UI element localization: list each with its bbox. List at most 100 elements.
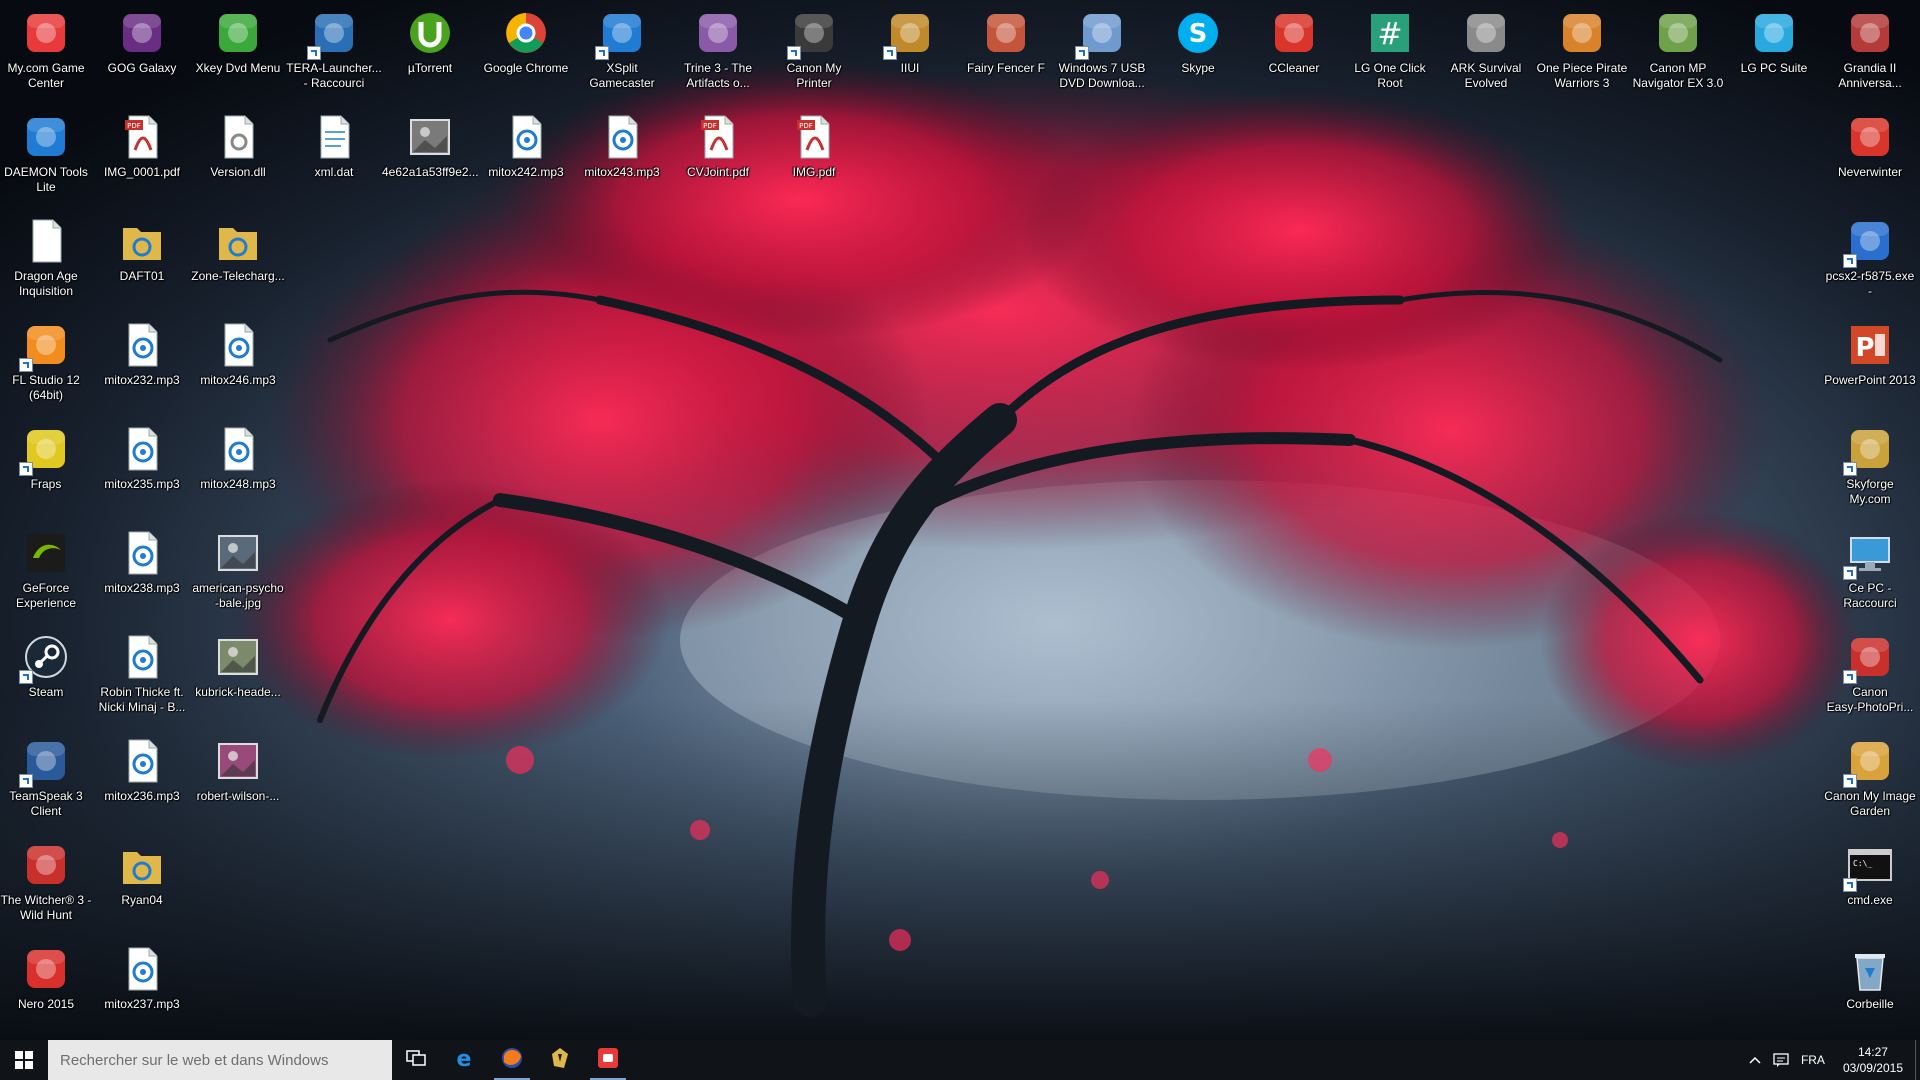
shortcut-arrow-icon: [1843, 462, 1857, 476]
desktop-icon-label: Xkey Dvd Menu: [195, 61, 281, 75]
desktop-icon[interactable]: robert-wilson-...: [192, 732, 284, 832]
desktop-icon[interactable]: mitox242.mp3: [480, 108, 572, 208]
desktop-icon[interactable]: # LG One Click Root: [1344, 4, 1436, 104]
desktop-icon[interactable]: Robin Thicke ft. Nicki Minaj - B...: [96, 628, 188, 728]
notepad-icon: [309, 112, 359, 162]
taskbar: Rechercher sur le web et dans Windows e …: [0, 1040, 1920, 1080]
taskbar-button[interactable]: [392, 1040, 440, 1080]
desktop-icon[interactable]: mitox248.mp3: [192, 420, 284, 520]
teamspeak-icon: [19, 736, 71, 788]
desktop-icon[interactable]: TERA-Launcher... - Raccourci: [286, 4, 382, 104]
desktop-icon[interactable]: Nero 2015: [0, 940, 92, 1040]
taskbar-button[interactable]: [584, 1040, 632, 1080]
desktop-icon[interactable]: One Piece Pirate Warriors 3: [1536, 4, 1628, 104]
desktop-icon[interactable]: µTorrent: [384, 4, 476, 104]
desktop-icon[interactable]: FL Studio 12 (64bit): [0, 316, 92, 416]
desktop-icon[interactable]: mitox243.mp3: [576, 108, 668, 208]
start-button[interactable]: [0, 1040, 48, 1080]
clock[interactable]: 14:27 03/09/2015: [1831, 1044, 1915, 1076]
desktop-icon[interactable]: Ce PC - Raccourci: [1824, 524, 1916, 624]
desktop-icon[interactable]: Zone-Telecharg...: [191, 212, 285, 312]
desktop-icon[interactable]: Canon My Image Garden: [1824, 732, 1916, 832]
taskbar-button[interactable]: [536, 1040, 584, 1080]
notification-icon[interactable]: [1767, 1040, 1795, 1080]
desktop-icon[interactable]: 4e62a1a53ff9e2...: [382, 108, 478, 208]
desktop-icon-label: mitox232.mp3: [104, 373, 180, 387]
desktop-icon[interactable]: Dragon Age Inquisition: [0, 212, 92, 312]
desktop-icon-label: 4e62a1a53ff9e2...: [382, 165, 478, 179]
show-desktop-button[interactable]: [1915, 1040, 1920, 1080]
chrome-icon: [501, 8, 551, 58]
desktop-icon[interactable]: Xkey Dvd Menu: [192, 4, 284, 104]
desktop-icon[interactable]: Ryan04: [96, 836, 188, 936]
desktop-icon[interactable]: C:\_ cmd.exe: [1824, 836, 1916, 936]
desktop-icon-label: The Witcher® 3 - Wild Hunt: [0, 893, 92, 922]
desktop-icon[interactable]: Fraps: [0, 420, 92, 520]
desktop-icon[interactable]: P PowerPoint 2013: [1824, 316, 1916, 416]
desktop-icon[interactable]: kubrick-heade...: [192, 628, 284, 728]
desktop-icon[interactable]: Canon My Printer: [768, 4, 860, 104]
desktop-icon[interactable]: Fairy Fencer F: [960, 4, 1052, 104]
desktop-icon[interactable]: TeamSpeak 3 Client: [0, 732, 92, 832]
tray-overflow-chevron-icon[interactable]: [1743, 1040, 1767, 1080]
desktop-icon[interactable]: GeForce Experience: [0, 524, 92, 624]
desktop-icon[interactable]: The Witcher® 3 - Wild Hunt: [0, 836, 92, 936]
desktop-icon[interactable]: Neverwinter: [1824, 108, 1916, 208]
svg-text:S: S: [1189, 19, 1208, 49]
desktop-icon[interactable]: GOG Galaxy: [96, 4, 188, 104]
desktop-icon[interactable]: Trine 3 - The Artifacts o...: [672, 4, 764, 104]
desktop-icon[interactable]: mitox236.mp3: [96, 732, 188, 832]
desktop-icon[interactable]: Grandia II Anniversa...: [1824, 4, 1916, 104]
svg-text:#: #: [1377, 17, 1402, 52]
desktop-icon[interactable]: mitox235.mp3: [96, 420, 188, 520]
desktop-icon[interactable]: pcsx2-r5875.exe - Raccourci: [1824, 212, 1916, 312]
desktop-icon[interactable]: PDF IMG_0001.pdf: [96, 108, 188, 208]
search-input[interactable]: Rechercher sur le web et dans Windows: [48, 1040, 392, 1080]
desktop-icon[interactable]: mitox246.mp3: [192, 316, 284, 416]
desktop-icon[interactable]: Windows 7 USB DVD Downloa...: [1056, 4, 1148, 104]
taskbar-button[interactable]: [488, 1040, 536, 1080]
shortcut-arrow-icon: [1843, 670, 1857, 684]
shortcut-arrow-icon: [19, 670, 33, 684]
desktop-icon[interactable]: Skyforge My.com: [1824, 420, 1916, 520]
tera-icon: [307, 8, 359, 60]
desktop-icon[interactable]: Corbeille: [1824, 940, 1916, 1040]
svg-text:e: e: [457, 1047, 472, 1070]
fl-studio-icon: [19, 320, 71, 372]
desktop-icon[interactable]: XSplit Gamecaster: [576, 4, 668, 104]
desktop-icon[interactable]: PDF CVJoint.pdf: [672, 108, 764, 208]
powerpoint-icon: P: [1845, 320, 1895, 370]
desktop-icon[interactable]: Canon MP Navigator EX 3.0: [1632, 4, 1724, 104]
desktop-icon[interactable]: DAEMON Tools Lite: [0, 108, 92, 208]
desktop-icon[interactable]: IIUI: [864, 4, 956, 104]
shortcut-arrow-icon: [1843, 254, 1857, 268]
svg-text:C:\_: C:\_: [1853, 859, 1872, 868]
desktop-icon-label: mitox248.mp3: [200, 477, 276, 491]
desktop-icon[interactable]: Google Chrome: [480, 4, 572, 104]
skype-icon: S: [1173, 8, 1223, 58]
desktop-icon[interactable]: My.com Game Center: [0, 4, 92, 104]
audio-file-icon: [117, 736, 167, 786]
desktop-icon[interactable]: mitox238.mp3: [96, 524, 188, 624]
desktop-icon[interactable]: LG PC Suite: [1728, 4, 1820, 104]
desktop-icon[interactable]: S Skype: [1152, 4, 1244, 104]
desktop-icon[interactable]: mitox237.mp3: [96, 940, 188, 1040]
desktop-icon-label: Zone-Telecharg...: [191, 269, 285, 283]
desktop-icon[interactable]: PDF IMG.pdf: [768, 108, 860, 208]
desktop-icon-label: µTorrent: [407, 61, 453, 75]
desktop-icon[interactable]: mitox232.mp3: [96, 316, 188, 416]
shortcut-arrow-icon: [1075, 46, 1089, 60]
desktop-icon[interactable]: ARK Survival Evolved: [1440, 4, 1532, 104]
desktop-icon[interactable]: american-psycho -bale.jpg: [192, 524, 284, 624]
taskbar-button[interactable]: e: [440, 1040, 488, 1080]
desktop-icon[interactable]: CCleaner: [1248, 4, 1340, 104]
desktop-icon[interactable]: DAFT01: [96, 212, 188, 312]
input-language[interactable]: FRA: [1795, 1040, 1831, 1080]
desktop-icon[interactable]: Version.dll: [192, 108, 284, 208]
desktop-icon-label: mitox238.mp3: [104, 581, 180, 595]
desktop-icon[interactable]: Canon Easy-PhotoPri...: [1824, 628, 1916, 728]
desktop-icon[interactable]: xml.dat: [288, 108, 380, 208]
desktop-icon[interactable]: Steam: [0, 628, 92, 728]
desktop-icon-label: kubrick-heade...: [195, 685, 281, 699]
desktop-icon-label: Ce PC - Raccourci: [1843, 581, 1897, 610]
